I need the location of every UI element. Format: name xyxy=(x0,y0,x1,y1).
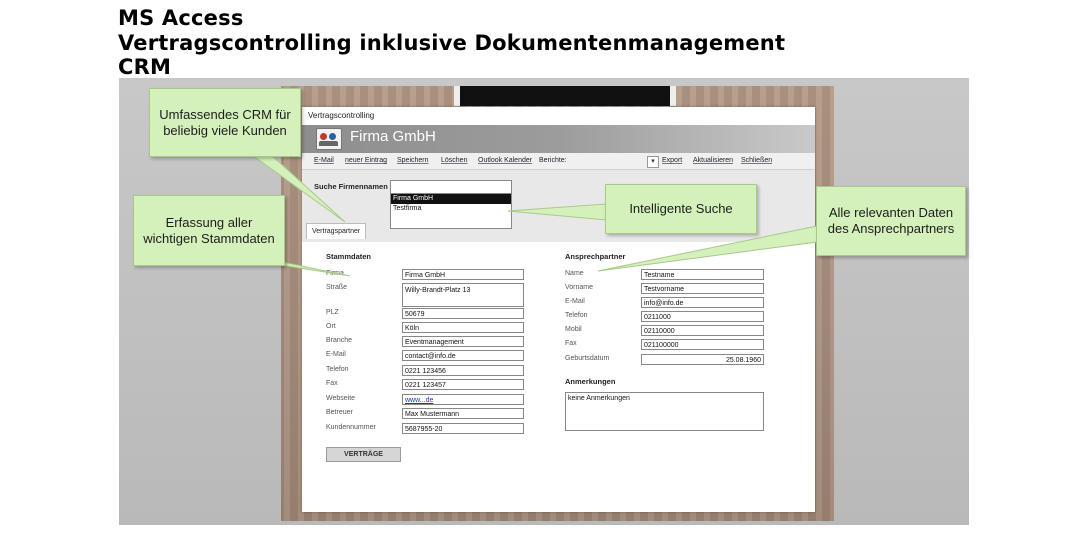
field-label: Vorname xyxy=(565,284,594,291)
callout-text: Alle relevanten Daten xyxy=(828,205,954,220)
field-label: Geburtsdatum xyxy=(565,355,610,362)
callout-text: Umfassendes CRM für xyxy=(159,106,291,122)
callout-text: wichtigen Stammdaten xyxy=(143,230,275,246)
field-label: Straße xyxy=(326,284,348,291)
kundennummer-field[interactable]: 5687955-20 xyxy=(402,423,524,434)
field-label: Kundennummer xyxy=(326,424,376,431)
callout-text: des Ansprechpartners xyxy=(827,221,955,236)
menu-email[interactable]: E-Mail xyxy=(314,157,334,164)
field-label: Name xyxy=(565,270,584,277)
stammdaten-title: Stammdaten xyxy=(326,252,372,261)
field-label: E-Mail xyxy=(565,298,585,305)
search-results-list[interactable]: Firma GmbH Testfirma xyxy=(390,193,512,229)
fax-field[interactable]: 0221 123457 xyxy=(402,379,524,390)
callout-stammdaten: Erfassung aller wichtigen Stammdaten xyxy=(133,195,285,266)
callout-ansprechpartner: Alle relevanten Daten des Ansprechpartne… xyxy=(816,186,966,256)
field-label: Branche xyxy=(326,337,353,344)
search-label: Suche Firmennamen xyxy=(314,182,388,191)
ort-field[interactable]: Köln xyxy=(402,322,524,333)
reports-label: Berichte: xyxy=(539,157,567,164)
menu-bar: E-Mail neuer Eintrag Speichern Löschen O… xyxy=(302,153,815,170)
field-label: Telefon xyxy=(565,312,588,319)
menu-refresh[interactable]: Aktualisieren xyxy=(693,157,733,164)
webseite-field[interactable]: www...de xyxy=(402,394,524,405)
menu-delete[interactable]: Löschen xyxy=(441,157,467,164)
contact-mobile-field[interactable]: 02110000 xyxy=(641,325,764,336)
menu-save[interactable]: Speichern xyxy=(397,157,429,164)
field-label: Fax xyxy=(326,380,338,387)
callout-text: Intelligente Suche xyxy=(629,201,733,216)
company-title: Firma GmbH xyxy=(350,128,436,145)
field-label: Telefon xyxy=(326,366,349,373)
callout-crm: Umfassendes CRM für beliebig viele Kunde… xyxy=(149,88,301,157)
field-label: Firma xyxy=(326,270,344,277)
strasse-field[interactable]: Willy-Brandt-Platz 13 xyxy=(402,283,524,307)
menu-new-entry[interactable]: neuer Eintrag xyxy=(345,157,387,164)
search-result-item[interactable]: Testfirma xyxy=(391,204,511,214)
betreuer-field[interactable]: Max Mustermann xyxy=(402,408,524,419)
field-label: Betreuer xyxy=(326,409,353,416)
plz-field[interactable]: 50679 xyxy=(402,308,524,319)
page-heading: MS Access Vertragscontrolling inklusive … xyxy=(118,6,785,80)
contacts-icon xyxy=(316,128,342,150)
form-area: Stammdaten Firma Firma GmbH Straße Willy… xyxy=(302,242,815,512)
branche-field[interactable]: Eventmanagement xyxy=(402,336,524,347)
menu-close[interactable]: Schließen xyxy=(741,157,772,164)
field-label: E-Mail xyxy=(326,351,346,358)
heading-line-2: Vertragscontrolling inklusive Dokumenten… xyxy=(118,30,786,55)
window-title: Vertragscontrolling xyxy=(302,107,815,125)
notes-title: Anmerkungen xyxy=(565,377,616,386)
field-label: Webseite xyxy=(326,395,356,402)
heading-line-1: MS Access xyxy=(118,6,244,30)
reports-dropdown[interactable]: ▾ xyxy=(647,156,659,168)
menu-outlook-calendar[interactable]: Outlook Kalender xyxy=(478,157,532,164)
search-input[interactable] xyxy=(390,180,512,194)
field-label: Ort xyxy=(326,323,336,330)
contact-name-field[interactable]: Testname xyxy=(641,269,764,280)
heading-line-3: CRM xyxy=(118,55,172,79)
ansprechpartner-title: Ansprechpartner xyxy=(565,252,626,261)
contact-fax-field[interactable]: 021100000 xyxy=(641,339,764,350)
contact-firstname-field[interactable]: Testvorname xyxy=(641,283,764,294)
chevron-down-icon: ▾ xyxy=(651,158,655,165)
field-label: Fax xyxy=(565,340,577,347)
contact-phone-field[interactable]: 0211000 xyxy=(641,311,764,322)
telefon-field[interactable]: 0221 123456 xyxy=(402,365,524,376)
birthdate-field[interactable]: 25.08.1960 xyxy=(641,354,764,365)
menu-export[interactable]: Export xyxy=(662,157,682,164)
tab-vertragspartner[interactable]: Vertragspartner xyxy=(306,223,367,239)
contact-email-field[interactable]: info@info.de xyxy=(641,297,764,308)
firma-field[interactable]: Firma GmbH xyxy=(402,269,524,280)
field-label: Mobil xyxy=(565,326,582,333)
email-field[interactable]: contact@info.de xyxy=(402,350,524,361)
monitor-top xyxy=(454,86,676,106)
header-banner: Firma GmbH xyxy=(302,125,815,153)
callout-suche: Intelligente Suche xyxy=(605,184,757,234)
callout-text: beliebig viele Kunden xyxy=(163,122,287,138)
field-label: PLZ xyxy=(326,309,339,316)
vertraege-button[interactable]: VERTRÄGE xyxy=(326,447,401,462)
notes-textarea[interactable]: keine Anmerkungen xyxy=(565,392,764,431)
access-window: Vertragscontrolling Firma GmbH E-Mail ne… xyxy=(302,107,815,512)
callout-text: Erfassung aller xyxy=(165,214,253,230)
search-result-item[interactable]: Firma GmbH xyxy=(391,194,511,204)
webseite-link[interactable]: www...de xyxy=(405,397,433,404)
